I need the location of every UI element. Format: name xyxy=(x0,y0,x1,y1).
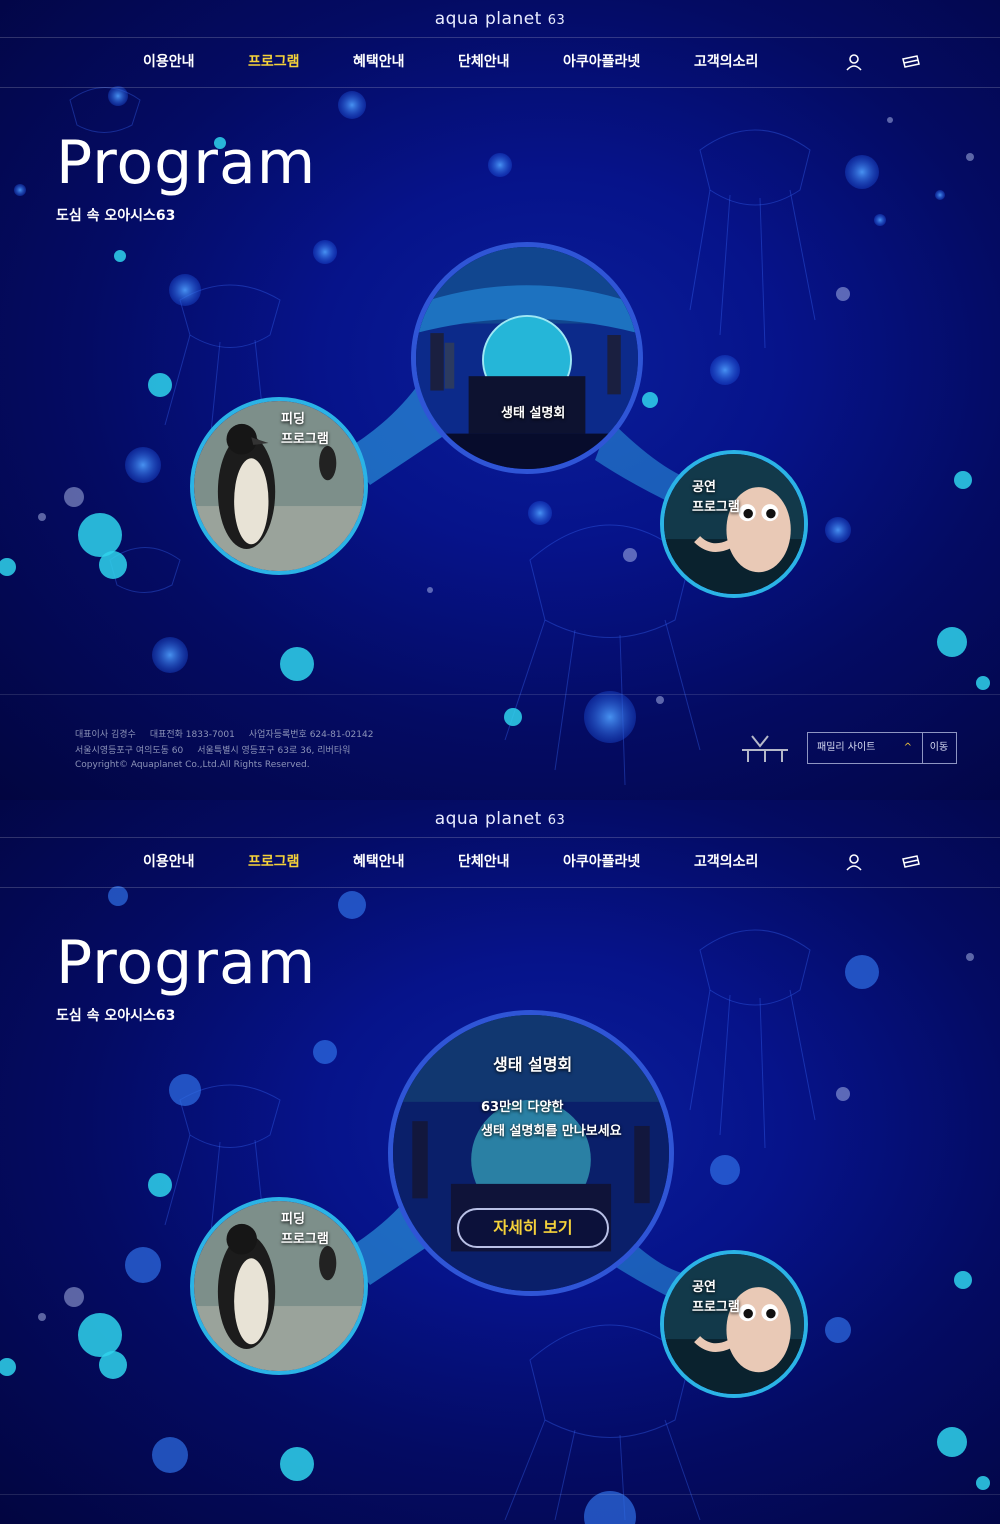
program-circle-ecology[interactable]: 생태 설명회 xyxy=(411,242,643,474)
nav-item-group[interactable]: 단체안내 xyxy=(458,837,510,887)
family-site-dropdown[interactable]: 패밀리 사이트 ^ xyxy=(808,733,923,763)
nav-item-aquaplanet[interactable]: 아쿠아플라넷 xyxy=(563,37,640,87)
program-page-hover: aqua planet 63 이용안내 프로그램 혜택안내 단체안내 아쿠아플라… xyxy=(0,800,1000,1524)
footer-ceo: 대표이사 김경수 xyxy=(75,730,136,740)
page-subtitle-2: 도심 속 오아시스63 xyxy=(56,1008,176,1024)
show-line2: 프로그램 xyxy=(692,500,740,515)
nav-item-aquaplanet[interactable]: 아쿠아플라넷 xyxy=(563,837,640,887)
footer-address-2: 서울특별시 영등포구 63로 36, 리버타워 xyxy=(197,746,351,756)
feeding-line1: 피딩 xyxy=(281,412,305,427)
family-site-select: 패밀리 사이트 ^ 이동 xyxy=(807,732,957,764)
logo-text-2: aqua planet xyxy=(434,809,542,829)
footer-address-1: 서울시영등포구 여의도동 60 xyxy=(75,746,184,756)
nav-item-voice[interactable]: 고객의소리 xyxy=(694,37,758,87)
logo-number-2: 63 xyxy=(547,813,566,828)
footer-address: 서울시영등포구 여의도동 60 서울특별시 영등포구 63로 36, 리버타워 xyxy=(75,743,364,756)
family-site-label: 패밀리 사이트 xyxy=(817,742,876,753)
family-site-go-button[interactable]: 이동 xyxy=(922,733,956,763)
nav-item-group[interactable]: 단체안내 xyxy=(458,37,510,87)
program-label-ecology: 생태 설명회 xyxy=(501,406,566,421)
main-nav-2: 이용안내 프로그램 혜택안내 단체안내 아쿠아플라넷 고객의소리 xyxy=(0,837,1000,888)
site-logo-2[interactable]: aqua planet 63 xyxy=(0,800,1000,838)
program-circle-show[interactable]: 공연프로그램 xyxy=(660,450,808,598)
mascot-photo xyxy=(664,454,804,594)
show-line1: 공연 xyxy=(692,1280,716,1295)
program-label-show: 공연프로그램 xyxy=(692,478,740,518)
site-footer: 대표이사 김경수 대표전화 1833-7001 사업자등록번호 624-81-021… xyxy=(0,694,1000,800)
main-nav: 이용안내 프로그램 혜택안내 단체안내 아쿠아플라넷 고객의소리 xyxy=(0,37,1000,88)
user-icon[interactable] xyxy=(844,853,864,871)
penguin-photo xyxy=(194,1201,364,1371)
footer-biz-number: 사업자등록번호 624-81-02142 xyxy=(248,730,374,740)
feeding-line1: 피딩 xyxy=(281,1212,305,1227)
program-label-show: 공연프로그램 xyxy=(692,1278,740,1318)
logo-text: aqua planet xyxy=(434,9,542,29)
ticket-icon[interactable] xyxy=(901,53,921,71)
feeding-line2: 프로그램 xyxy=(281,432,329,447)
program-label-feeding: 피딩프로그램 xyxy=(281,1210,329,1250)
nav-item-program[interactable]: 프로그램 xyxy=(248,837,300,887)
view-details-button[interactable]: 자세히 보기 xyxy=(457,1208,609,1248)
hover-desc-1: 63만의 다양한 xyxy=(481,1100,564,1115)
nav-item-info[interactable]: 이용안내 xyxy=(143,37,195,87)
nav-item-voice[interactable]: 고객의소리 xyxy=(694,837,758,887)
mascot-photo xyxy=(664,1254,804,1394)
show-line1: 공연 xyxy=(692,480,716,495)
show-line2: 프로그램 xyxy=(692,1300,740,1315)
nav-item-benefits[interactable]: 혜택안내 xyxy=(353,837,405,887)
footer-divider xyxy=(0,1494,1000,1495)
program-circle-ecology-hover[interactable] xyxy=(388,1010,674,1296)
ticket-icon[interactable] xyxy=(901,853,921,871)
program-circle-feeding[interactable]: 피딩프로그램 xyxy=(190,1197,368,1375)
nav-item-benefits[interactable]: 혜택안내 xyxy=(353,37,405,87)
penguin-photo xyxy=(194,401,364,571)
page-title: Program xyxy=(56,128,317,198)
footer-company-info: 대표이사 김경수 대표전화 1833-7001 사업자등록번호 624-81-021… xyxy=(75,727,387,740)
partner-logo xyxy=(740,730,790,764)
program-page-default: aqua planet 63 이용안내 프로그램 혜택안내 단체안내 아쿠아플라… xyxy=(0,0,1000,800)
feeding-line2: 프로그램 xyxy=(281,1232,329,1247)
page-title-2: Program xyxy=(56,928,317,998)
logo-number: 63 xyxy=(547,13,566,28)
aquarium-photo xyxy=(416,247,638,469)
chevron-up-icon: ^ xyxy=(903,742,912,753)
program-label-feeding: 피딩프로그램 xyxy=(281,410,329,450)
page-subtitle: 도심 속 오아시스63 xyxy=(56,208,176,224)
program-circle-feeding[interactable]: 피딩프로그램 xyxy=(190,397,368,575)
nav-item-info[interactable]: 이용안내 xyxy=(143,837,195,887)
site-logo[interactable]: aqua planet 63 xyxy=(0,0,1000,38)
hover-desc-2: 생태 설명회를 만나보세요 xyxy=(481,1124,622,1139)
program-circle-show[interactable]: 공연프로그램 xyxy=(660,1250,808,1398)
user-icon[interactable] xyxy=(844,53,864,71)
footer-copyright: Copyright© Aquaplanet Co.,Ltd.All Rights… xyxy=(75,760,310,770)
hover-title: 생태 설명회 xyxy=(493,1055,573,1074)
nav-item-program[interactable]: 프로그램 xyxy=(248,37,300,87)
footer-phone: 대표전화 1833-7001 xyxy=(149,730,235,740)
